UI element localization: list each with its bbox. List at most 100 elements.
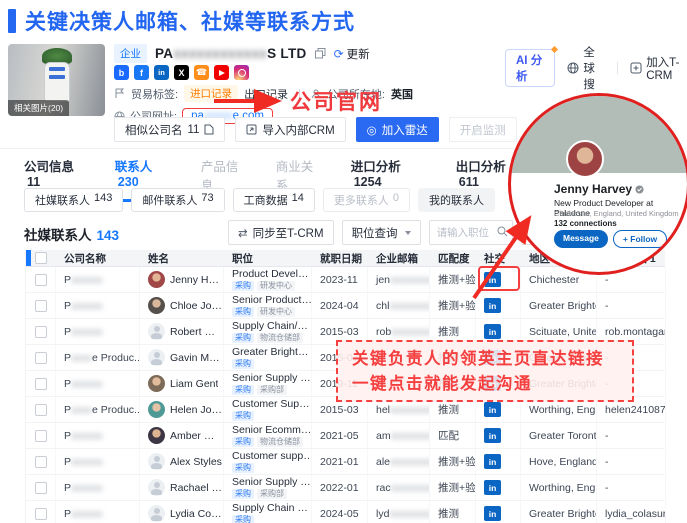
follow-button[interactable]: + Follow (613, 230, 667, 248)
facebook-icon[interactable]: f (134, 65, 149, 80)
company-cell: Pxxxxxx (56, 449, 140, 474)
similar-company-button[interactable]: 相似公司名11 (114, 117, 225, 142)
copy-icon[interactable] (315, 48, 326, 59)
avatar (148, 401, 165, 418)
linkedin-icon[interactable]: in (484, 454, 501, 469)
row-checkbox[interactable] (35, 404, 47, 416)
youtube-icon[interactable] (214, 65, 229, 80)
email-cell: amxxxxxxxxo... (368, 423, 430, 448)
import-records-tag[interactable]: 进口记录 (184, 85, 238, 102)
category-tag: 采购 (232, 437, 254, 447)
verified-icon (635, 185, 644, 194)
linkedin-icon[interactable]: in (484, 506, 501, 521)
dept-tag: 研发中心 (257, 307, 295, 317)
category-tag: 采购 (232, 411, 254, 421)
row-checkbox[interactable] (35, 326, 47, 338)
dept-tag: 物流仓储部 (257, 333, 303, 343)
avatar (148, 427, 165, 444)
linkedin-icon-highlight-box (478, 266, 520, 291)
social-cell: in (476, 293, 521, 318)
social-cell: in (476, 501, 521, 523)
company-name: PAxxxxxxxxxxxxS LTD (155, 46, 307, 61)
avatar (148, 323, 165, 340)
contact-type-pills: 社媒联系人143 邮件联系人73 工商数据14 更多联系人0 我的联系人 (24, 188, 495, 212)
page-title-text: 关键决策人邮箱、社媒等联系方式 (25, 6, 355, 36)
category-tag: 采购 (232, 463, 254, 473)
instagram-icon[interactable] (234, 65, 249, 80)
region-cell: Greater Brighton a... (521, 501, 597, 523)
date-cell: 2024-04 (312, 293, 368, 318)
company-cell: Pxxxxe Produc... (56, 345, 140, 370)
linkedin-icon[interactable]: in (484, 402, 501, 417)
pill-registry-data[interactable]: 工商数据14 (233, 188, 315, 212)
refresh-button[interactable]: ⟳更新 (334, 46, 370, 62)
search-icon[interactable] (497, 226, 508, 237)
social-cell: in (476, 475, 521, 500)
linkedin-icon[interactable]: in (484, 298, 501, 313)
global-search-button[interactable]: 全球搜 (567, 44, 605, 92)
pill-social-contacts[interactable]: 社媒联系人143 (24, 188, 123, 212)
photo-count-caption: 相关图片(20) (8, 100, 69, 116)
select-all-checkbox[interactable] (35, 252, 47, 264)
sync-icon: ⇄ (238, 226, 248, 240)
col-company: 公司名称 (56, 251, 140, 266)
linkedin-icon[interactable]: in (484, 428, 501, 443)
pill-my-contacts[interactable]: 我的联系人 (418, 188, 495, 212)
join-radar-button[interactable]: ◎ 加入雷达 (356, 117, 439, 142)
dept-tag: 采购部 (257, 385, 287, 395)
position-cell: Product Developer采购研发中心 (224, 267, 312, 292)
row-checkbox[interactable] (35, 378, 47, 390)
name-cell: Helen Johnstone (140, 397, 224, 422)
bing-icon[interactable]: b (114, 65, 129, 80)
avatar (148, 479, 165, 496)
pill-more-contacts[interactable]: 更多联系人0 (323, 188, 410, 212)
table-row: Pxxxxxx Rachael Kelly Senior Supply Chai… (26, 475, 665, 501)
linkedin-icon[interactable]: in (154, 65, 169, 80)
supp-email-cell: - (597, 449, 666, 474)
pill-email-contacts[interactable]: 邮件联系人73 (131, 188, 224, 212)
message-button[interactable]: Message (554, 230, 608, 248)
email-cell: lydxxxxxxxx... (368, 501, 430, 523)
x-twitter-icon[interactable]: X (174, 65, 189, 80)
website-callout-text: 公司官网 (290, 86, 382, 116)
row-checkbox[interactable] (35, 352, 47, 364)
company-photo-thumbnail[interactable]: 相关图片(20) (8, 44, 105, 116)
company-cell: Pxxxxxx (56, 475, 140, 500)
position-cell: Customer supply chain coordinator采购 (224, 449, 312, 474)
name-cell: Amber Whitty (140, 423, 224, 448)
date-cell: 2021-01 (312, 449, 368, 474)
import-crm-button[interactable]: 导入内部CRM (235, 117, 345, 142)
position-cell: Senior Product Developer采购研发中心 (224, 293, 312, 318)
email-cell: jenxxxxxxxxa... (368, 267, 430, 292)
col-position: 职位 (224, 251, 312, 266)
name-cell: Jenny Harvey (140, 267, 224, 292)
ai-analysis-button[interactable]: AI 分析 (505, 49, 555, 87)
row-checkbox[interactable] (35, 430, 47, 442)
linkedin-icon[interactable]: in (484, 324, 501, 339)
avatar (148, 349, 165, 366)
email-cell: racxxxxxxxxa... (368, 475, 430, 500)
row-checkbox[interactable] (35, 508, 47, 520)
blurred-text: xxxxxxxxxxxx (173, 46, 267, 61)
row-checkbox[interactable] (35, 456, 47, 468)
position-query-dropdown[interactable]: 职位查询 (342, 220, 421, 245)
social-cell: in (476, 449, 521, 474)
row-checkbox[interactable] (35, 274, 47, 286)
row-checkbox[interactable] (35, 300, 47, 312)
position-cell: Senior Ecommerce & Supply Cha...采购物流仓储部 (224, 423, 312, 448)
more-button[interactable]: More (672, 230, 687, 248)
row-checkbox[interactable] (35, 482, 47, 494)
join-tcrm-button[interactable]: 加入T-CRM (630, 54, 687, 82)
position-cell: Supply Chain/Stock Control采购物流仓储部 (224, 319, 312, 344)
email-cell: alexxxxxxxxa... (368, 449, 430, 474)
linkedin-icon[interactable]: in (484, 480, 501, 495)
export-records-tag[interactable]: 出口记录 (244, 86, 288, 102)
start-monitoring-button[interactable]: 开启监测 (449, 117, 517, 142)
section-title: 社媒联系人143 (24, 224, 119, 244)
avatar (148, 271, 165, 288)
table-row: Pxxxxxx Jenny Harvey Product Developer采购… (26, 267, 665, 293)
phone-icon[interactable]: ☎ (194, 65, 209, 80)
enterprise-badge: 企业 (114, 44, 147, 63)
col-social: 社交 (476, 251, 521, 266)
sync-to-tcrm-button[interactable]: ⇄同步至T-CRM (228, 220, 334, 245)
